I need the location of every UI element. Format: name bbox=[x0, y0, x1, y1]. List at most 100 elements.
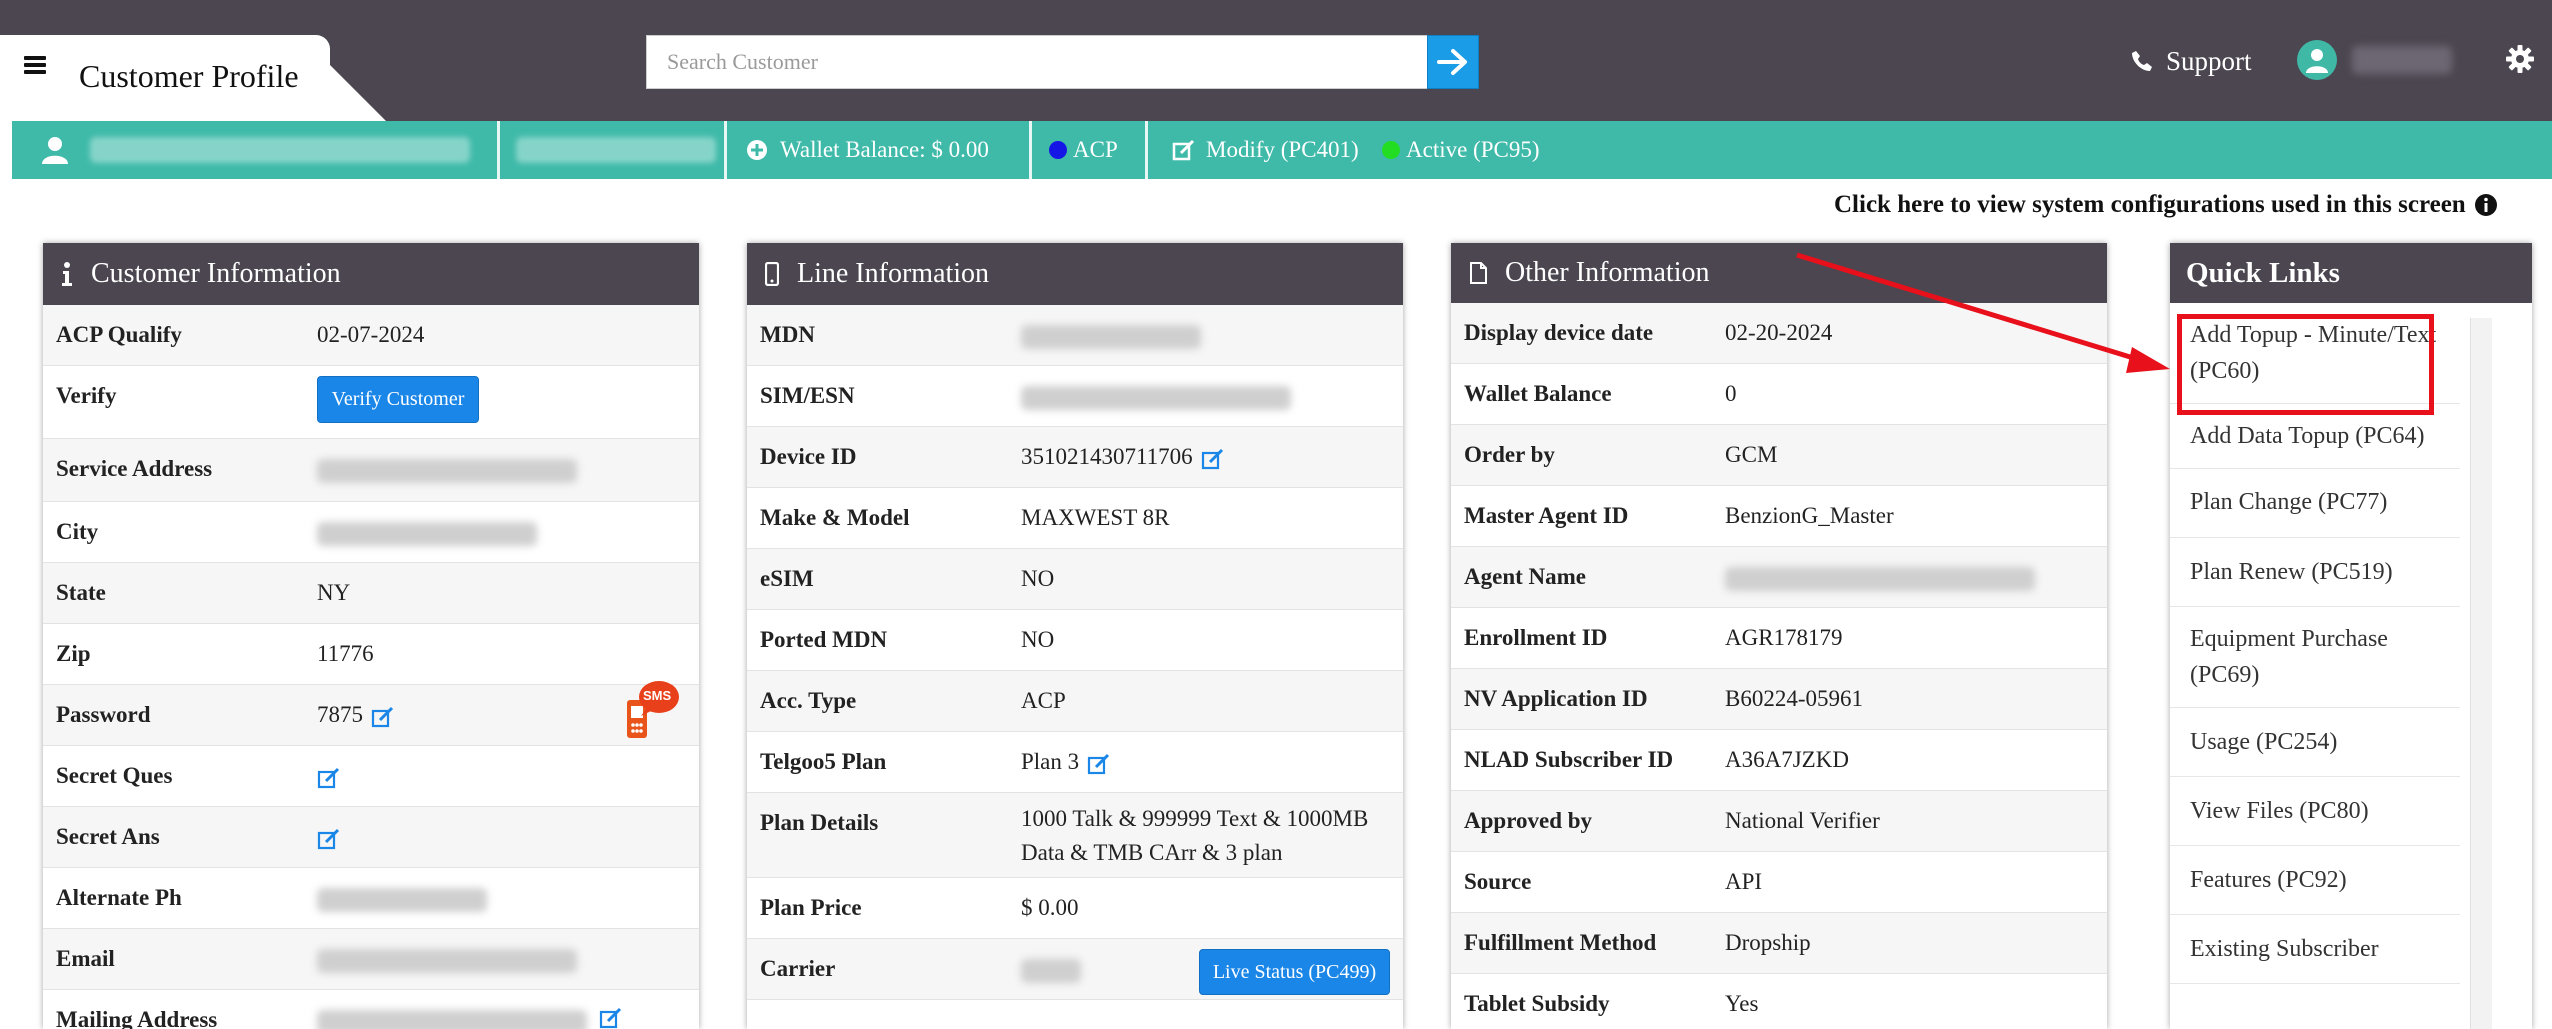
row-value: 02-20-2024 bbox=[1725, 320, 1833, 345]
user-icon bbox=[42, 137, 68, 164]
quick-link-plan-renew[interactable]: Plan Renew (PC519) bbox=[2170, 538, 2460, 607]
phone-icon bbox=[2132, 51, 2152, 71]
table-row: Source API bbox=[1451, 852, 2107, 913]
table-row: Enrollment ID AGR178179 bbox=[1451, 608, 2107, 669]
row-label: Device ID bbox=[760, 444, 857, 469]
table-row: eSIM NO bbox=[747, 549, 1403, 610]
row-label: NV Application ID bbox=[1464, 686, 1648, 711]
edit-icon[interactable] bbox=[317, 767, 341, 789]
customer-information-rows: ACP Qualify 02-07-2024 Verify Verify Cust… bbox=[43, 305, 699, 1029]
quick-links-scrollbar[interactable] bbox=[2470, 318, 2492, 1029]
row-label: NLAD Subscriber ID bbox=[1464, 747, 1674, 772]
row-label: Secret Ans bbox=[56, 824, 160, 849]
plan-details-value: 1000 Talk & 999999 Text & 1000MB Data & T… bbox=[1021, 802, 1368, 870]
support-link[interactable]: Support bbox=[2130, 44, 2252, 78]
row-label: Telgoo5 Plan bbox=[760, 749, 887, 774]
wallet-balance: Wallet Balance: $ 0.00 bbox=[780, 137, 989, 162]
edit-icon[interactable] bbox=[371, 706, 395, 728]
table-row: Service Address bbox=[43, 439, 699, 502]
row-label: Source bbox=[1464, 869, 1532, 894]
status-divider bbox=[497, 121, 500, 179]
row-value: Plan 3 bbox=[1021, 749, 1080, 774]
menu-icon[interactable] bbox=[24, 56, 46, 74]
row-label: Agent Name bbox=[1464, 564, 1586, 589]
table-row: NV Application ID B60224-05961 bbox=[1451, 669, 2107, 730]
row-label: Carrier bbox=[760, 956, 836, 981]
table-row: Verify Verify Customer bbox=[43, 366, 699, 439]
user-icon bbox=[2306, 49, 2328, 73]
row-value: B60224-05961 bbox=[1725, 686, 1863, 711]
row-value bbox=[309, 763, 341, 789]
verify-customer-button[interactable]: Verify Customer bbox=[317, 376, 479, 423]
status-divider bbox=[1145, 121, 1148, 179]
row-value bbox=[1021, 386, 1291, 410]
table-row: Plan Details 1000 Talk & 999999 Text & 1… bbox=[747, 793, 1403, 878]
row-value bbox=[317, 459, 577, 483]
quick-link-features[interactable]: Features (PC92) bbox=[2170, 846, 2460, 915]
row-value: National Verifier bbox=[1725, 808, 1880, 833]
table-row: Telgoo5 Plan Plan 3 bbox=[747, 732, 1403, 793]
row-label: eSIM bbox=[760, 566, 814, 591]
table-row: Device ID 351021430711706 bbox=[747, 427, 1403, 488]
modify-link[interactable]: Modify (PC401) bbox=[1172, 121, 1359, 179]
quick-link-existing-subscriber[interactable]: Existing Subscriber bbox=[2170, 915, 2460, 984]
table-row: Ported MDN NO bbox=[747, 610, 1403, 671]
arrow-right-icon bbox=[1437, 49, 1467, 75]
row-value: ACP bbox=[1021, 688, 1066, 713]
row-value: 1000 Talk & 999999 Text & 1000MB bbox=[1021, 806, 1369, 831]
row-label: Plan Price bbox=[760, 895, 862, 920]
customer-information-header: Customer Information bbox=[43, 243, 699, 305]
row-label: Display device date bbox=[1464, 320, 1654, 345]
user-name[interactable] bbox=[2352, 46, 2452, 74]
customer-information-panel: Customer Information ACP Qualify 02-07-20… bbox=[43, 243, 699, 1029]
program-segment: ACP bbox=[1049, 121, 1118, 179]
row-label: ACP Qualify bbox=[56, 322, 182, 347]
sms-button[interactable]: SMS bbox=[621, 678, 681, 744]
system-config-link[interactable]: Click here to view system configurations… bbox=[1834, 191, 2498, 219]
row-label: SIM/ESN bbox=[760, 383, 855, 408]
edit-icon[interactable] bbox=[1201, 448, 1225, 470]
row-label: Secret Ques bbox=[56, 763, 173, 788]
search-input[interactable] bbox=[647, 36, 1429, 88]
quick-link-add-topup[interactable]: Add Topup - Minute/Text (PC60) bbox=[2170, 303, 2460, 404]
row-value: Yes bbox=[1725, 991, 1759, 1016]
row-value bbox=[309, 824, 341, 850]
row-label: Make & Model bbox=[760, 505, 910, 530]
row-value: MAXWEST 8R bbox=[1021, 505, 1170, 530]
search-button[interactable] bbox=[1427, 35, 1479, 89]
table-row: Secret Ans bbox=[43, 807, 699, 868]
quick-link-equipment-purchase[interactable]: Equipment Purchase (PC69) bbox=[2170, 607, 2460, 708]
row-value: NO bbox=[1021, 566, 1055, 591]
row-value bbox=[317, 949, 577, 973]
table-row: Password 7875 bbox=[43, 685, 699, 746]
row-value: 02-07-2024 bbox=[317, 322, 425, 347]
edit-icon[interactable] bbox=[317, 828, 341, 850]
program-label: ACP bbox=[1073, 137, 1118, 162]
sms-label: SMS bbox=[643, 688, 672, 703]
gear-icon[interactable] bbox=[2505, 44, 2535, 74]
quick-link-view-files[interactable]: View Files (PC80) bbox=[2170, 777, 2460, 846]
quick-link-add-data-topup[interactable]: Add Data Topup (PC64) bbox=[2170, 404, 2460, 469]
row-value bbox=[1021, 325, 1201, 349]
table-row: ACP Qualify 02-07-2024 bbox=[43, 305, 699, 366]
table-row: Make & Model MAXWEST 8R bbox=[747, 488, 1403, 549]
row-label: State bbox=[56, 580, 106, 605]
customer-name-value bbox=[90, 137, 470, 163]
row-label: Alternate Ph bbox=[56, 885, 182, 910]
table-row: Agent Name bbox=[1451, 547, 2107, 608]
table-row: Zip 11776 bbox=[43, 624, 699, 685]
live-status-button[interactable]: Live Status (PC499) bbox=[1199, 949, 1390, 995]
row-value: GCM bbox=[1725, 442, 1778, 467]
line-information-rows: MDN SIM/ESN Device ID 351021430711706 Ma… bbox=[747, 305, 1403, 1000]
customer-information-title: Customer Information bbox=[91, 258, 341, 289]
row-label: Mailing Address bbox=[56, 1007, 218, 1029]
other-information-title: Other Information bbox=[1505, 257, 1710, 288]
user-avatar[interactable] bbox=[2297, 40, 2337, 80]
page-title-tab-slant bbox=[300, 35, 386, 121]
edit-icon[interactable] bbox=[599, 1007, 623, 1029]
edit-icon[interactable] bbox=[1087, 753, 1111, 775]
row-label: Ported MDN bbox=[760, 627, 888, 652]
row-label: Fulfillment Method bbox=[1464, 930, 1657, 955]
quick-link-usage[interactable]: Usage (PC254) bbox=[2170, 708, 2460, 777]
quick-link-plan-change[interactable]: Plan Change (PC77) bbox=[2170, 469, 2460, 538]
